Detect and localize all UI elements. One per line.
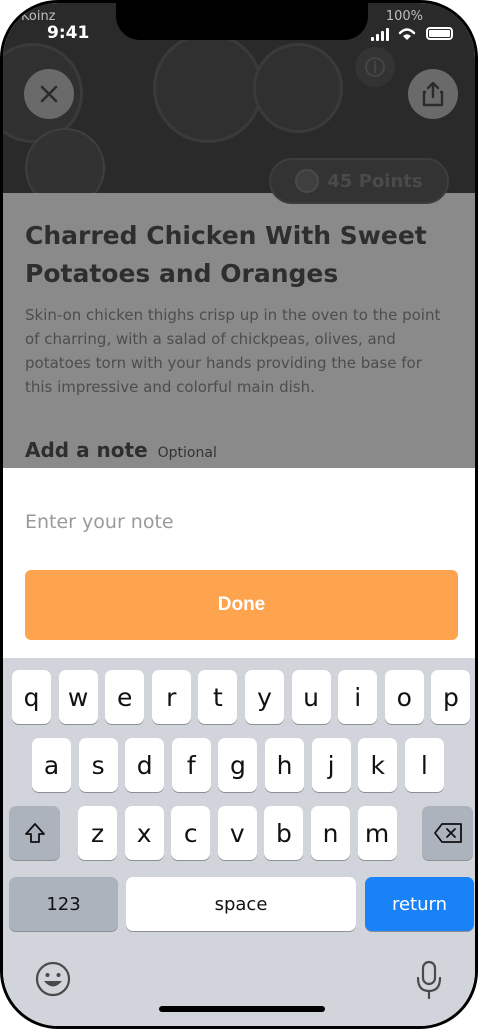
key-v[interactable]: v (217, 806, 257, 860)
home-indicator (159, 1006, 325, 1012)
key-d[interactable]: d (125, 738, 165, 792)
key-j[interactable]: j (311, 738, 351, 792)
close-icon (40, 85, 58, 103)
numbers-key[interactable]: 123 (9, 877, 118, 931)
key-u[interactable]: u (291, 670, 331, 724)
shift-icon (24, 823, 45, 843)
microphone-icon (416, 960, 442, 1000)
notch (116, 3, 368, 40)
key-b[interactable]: b (264, 806, 304, 860)
coin-icon (295, 169, 320, 193)
info-icon (365, 57, 385, 77)
done-button[interactable]: Done (25, 570, 458, 640)
key-p[interactable]: p (431, 670, 471, 724)
info-button[interactable] (355, 47, 395, 87)
points-label: 45 Points (327, 170, 423, 192)
key-w[interactable]: w (58, 670, 98, 724)
key-o[interactable]: o (384, 670, 424, 724)
phone-frame: Charred Chicken With Sweet Potatoes and … (0, 0, 478, 1029)
backspace-icon (433, 823, 462, 843)
key-s[interactable]: s (78, 738, 118, 792)
note-heading-row: Add a note Optional (25, 438, 217, 462)
key-r[interactable]: r (151, 670, 191, 724)
key-h[interactable]: h (265, 738, 304, 792)
key-l[interactable]: l (404, 738, 444, 792)
note-optional-label: Optional (157, 445, 217, 461)
key-q[interactable]: q (12, 670, 51, 724)
battery-icon (426, 27, 453, 40)
dictation-button[interactable] (414, 960, 444, 1004)
space-key[interactable]: space (126, 877, 356, 931)
key-z[interactable]: z (78, 806, 117, 860)
recipe-details: Charred Chicken With Sweet Potatoes and … (3, 193, 475, 473)
return-key[interactable]: return (365, 877, 474, 931)
shift-key[interactable] (9, 806, 60, 860)
wifi-icon (398, 28, 416, 40)
emoji-icon (35, 961, 71, 997)
key-k[interactable]: k (358, 738, 398, 792)
status-time: 9:41 (47, 23, 90, 43)
share-icon (422, 81, 444, 107)
key-c[interactable]: c (171, 806, 211, 860)
close-button[interactable] (24, 69, 74, 119)
key-x[interactable]: x (124, 806, 164, 860)
key-n[interactable]: n (311, 806, 350, 860)
key-g[interactable]: g (218, 738, 258, 792)
key-e[interactable]: e (105, 670, 145, 724)
key-i[interactable]: i (338, 670, 378, 724)
share-button[interactable] (408, 69, 458, 119)
recipe-description: Skin-on chicken thighs crisp up in the o… (25, 306, 441, 396)
carrier-label: Koinz (21, 9, 56, 24)
points-badge: 45 Points (269, 158, 449, 204)
key-a[interactable]: a (32, 738, 71, 792)
key-f[interactable]: f (171, 738, 211, 792)
signal-icon (371, 28, 389, 41)
battery-percent: 100% (385, 9, 423, 24)
backspace-key[interactable] (422, 806, 473, 860)
note-input[interactable] (25, 502, 455, 542)
key-y[interactable]: y (245, 670, 284, 724)
note-sheet: Done (3, 468, 475, 658)
status-bar: Koinz 9:41 100% (3, 3, 475, 47)
keyboard: qwertyuiop asdfghjkl zxcvbnm 123 space r… (3, 658, 475, 1026)
recipe-title: Charred Chicken With Sweet Potatoes and … (25, 221, 427, 288)
note-heading: Add a note (25, 438, 148, 462)
key-t[interactable]: t (198, 670, 238, 724)
emoji-button[interactable] (34, 960, 72, 1002)
key-m[interactable]: m (357, 806, 397, 860)
